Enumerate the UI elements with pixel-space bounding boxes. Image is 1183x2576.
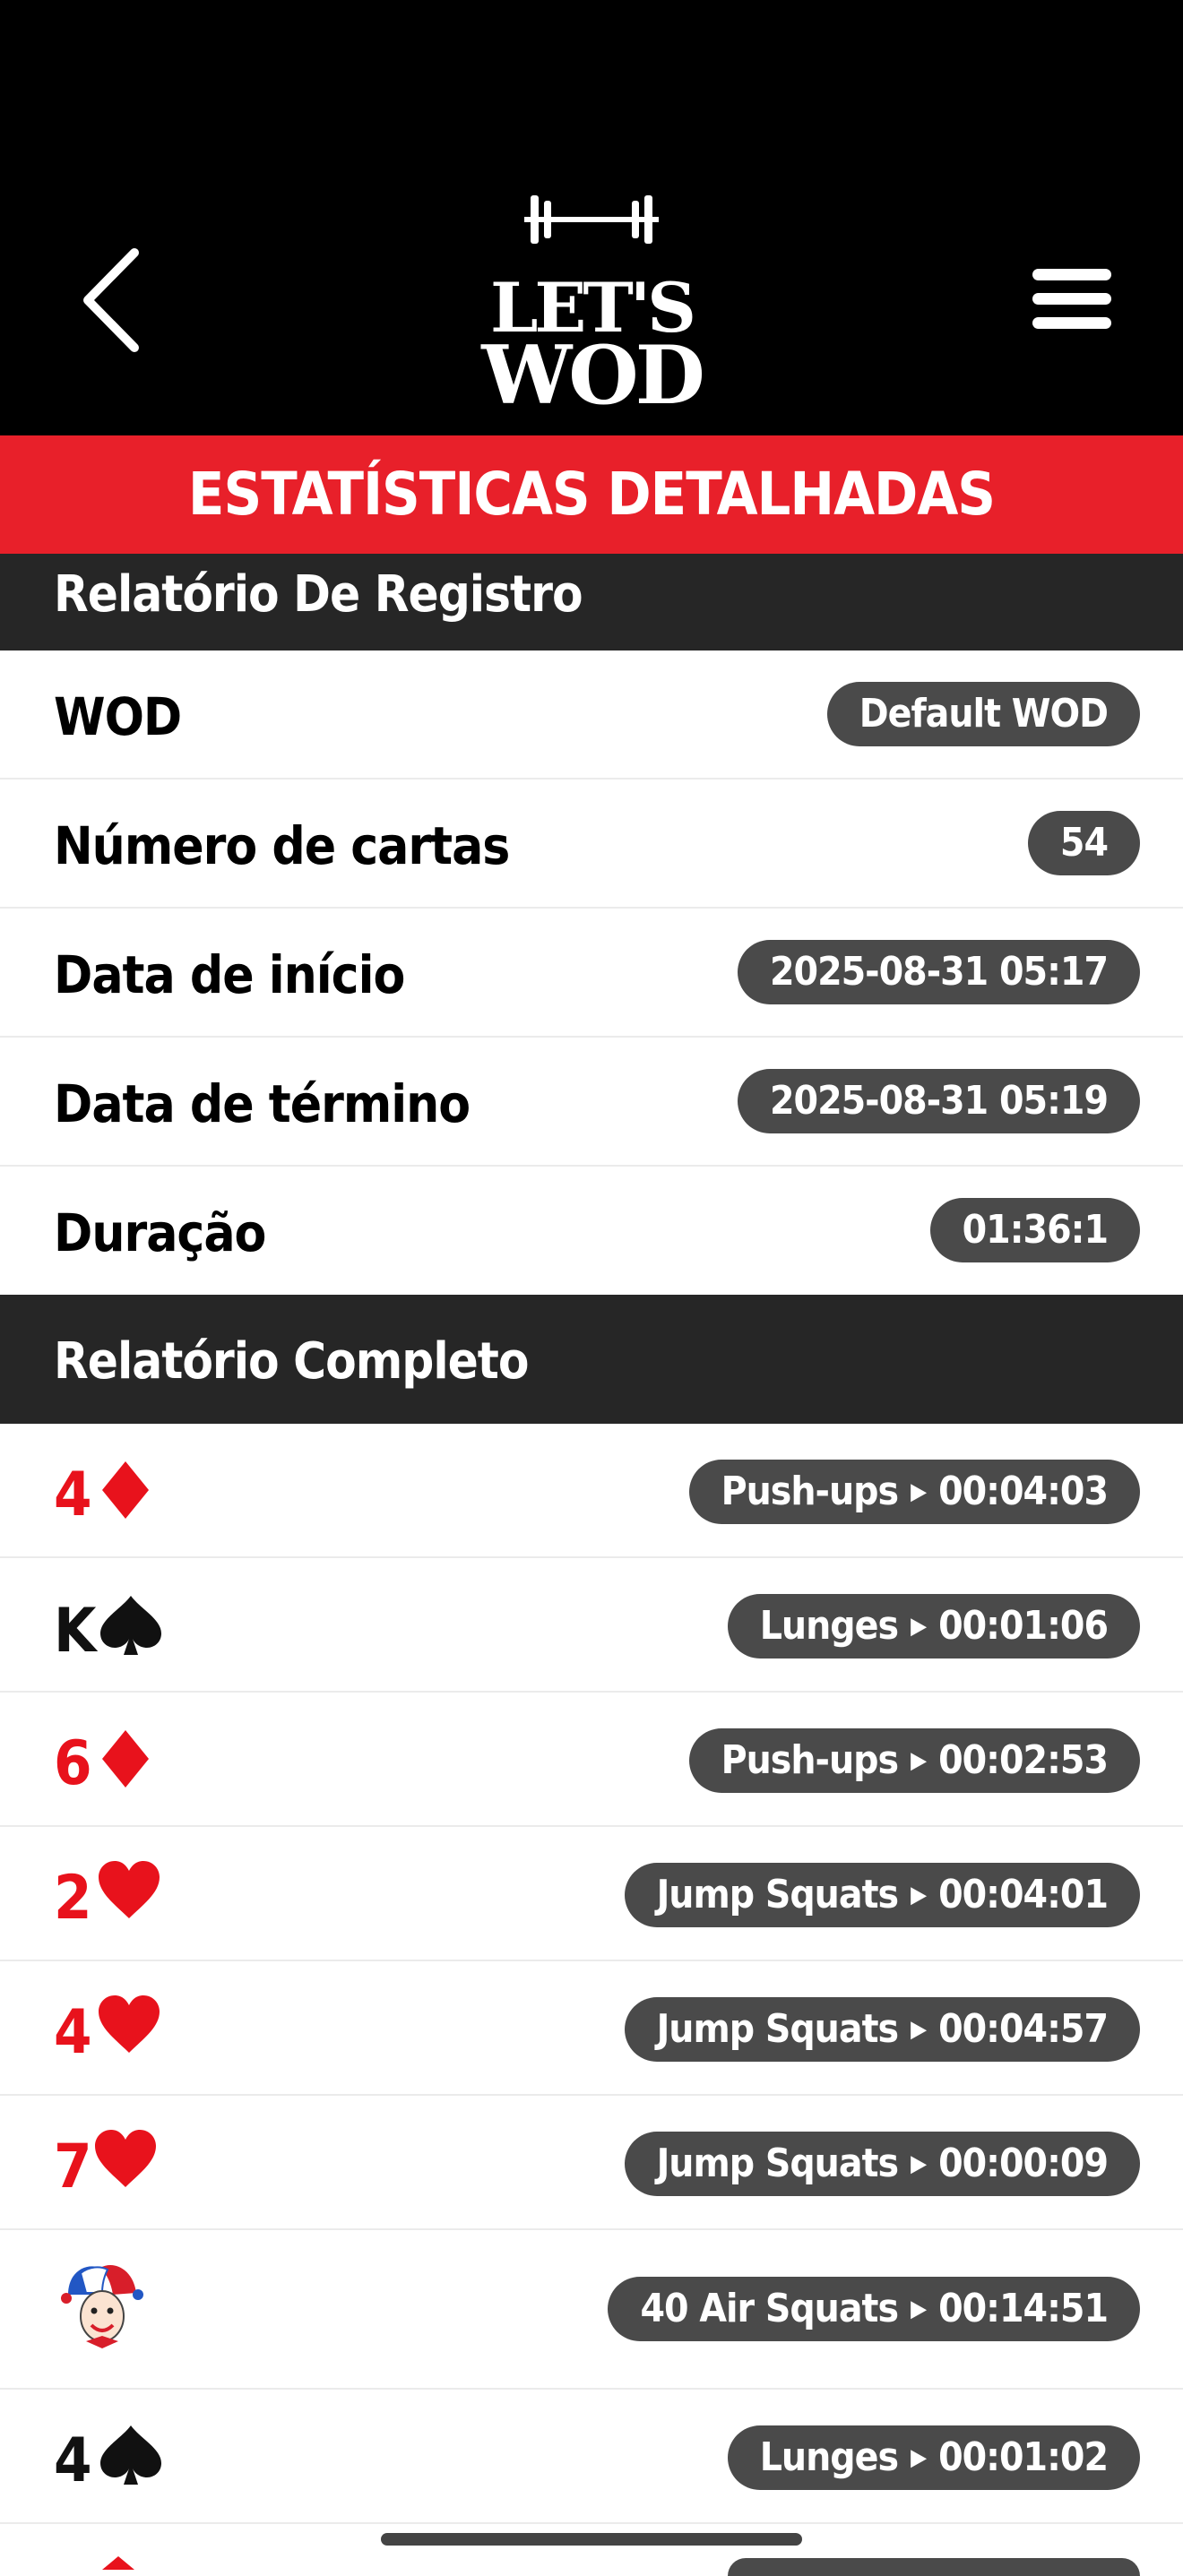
info-row-value: 54 [1027,811,1140,875]
chevron-left-icon [83,248,139,352]
card-exercise-pill: Jump Squats ▶ 00:04:01 [624,1863,1140,1927]
registro-heading: Relatório De Registro [54,565,583,624]
card-row: 6 Push-ups ▶ 00:02:53 [0,1693,1183,1827]
card-exercise-pill: 40 Air Squats ▶ 00:14:51 [608,2277,1140,2341]
info-row-cards: Número de cartas 54 [0,780,1183,909]
card-exercise-pill: Lunges ▶ 00:01:02 [727,2425,1140,2490]
card-rank: 4 [54,1460,92,1530]
play-arrow-icon: ▶ [911,1613,927,1640]
card-row: 7 Jump Squats ▶ 00:00:09 [0,2096,1183,2230]
card-exercise-pill: Push-ups ▶ 00:02:53 [688,1728,1140,1793]
info-row-label: Data de término [54,1073,471,1134]
info-row-start: Data de início 2025-08-31 05:17 [0,909,1183,1038]
card-row: 2 Jump Squats ▶ 00:04:01 [0,1827,1183,1961]
play-arrow-icon: ▶ [911,2016,927,2043]
info-row-value: Default WOD [826,682,1140,746]
card-exercise-pill: Jump Squats ▶ 00:00:09 [624,2132,1140,2196]
exercise-time: 00:00:09 [938,2141,1109,2186]
info-row-label: Data de início [54,944,405,1005]
play-arrow-icon: ▶ [911,1882,927,1908]
card-row: K Lunges ▶ 00:01:06 [0,1558,1183,1693]
diamond-suit-icon [102,2556,134,2570]
play-arrow-icon: ▶ [911,2150,927,2177]
exercise-name: Push-ups [721,1469,899,1514]
exercise-time: 00:01:06 [938,1603,1109,1649]
lets-wod-logo: LET'S WOD [475,188,708,416]
exercise-time: 00:01:02 [938,2434,1109,2480]
exercise-time: 00:14:51 [938,2286,1109,2331]
registro-section-header: Relatório De Registro [0,554,1183,650]
exercise-name: Jump Squats [656,2006,899,2052]
card-row: 40 Air Squats ▶ 00:14:51 [0,2230,1183,2390]
info-row-label: WOD [54,686,182,747]
card-exercise-pill: Jump Squats ▶ 00:04:57 [624,1997,1140,2062]
play-arrow-icon: ▶ [911,1747,927,1774]
exercise-time: 00:02:53 [938,1737,1109,1783]
info-row-value: 01:36:1 [929,1198,1140,1262]
play-arrow-icon: ▶ [911,1478,927,1505]
card-rank: K [54,1596,96,1667]
play-arrow-icon: ▶ [911,2444,927,2471]
spade-suit-icon [100,2425,161,2485]
diamond-suit-icon [102,1730,149,1788]
heart-suit-icon [99,1995,160,2053]
app-header: LET'S WOD [0,0,1183,435]
logo-line-2: WOD [481,328,705,423]
spade-suit-icon [100,1596,161,1655]
info-row-wod: WOD Default WOD [0,650,1183,780]
info-row-value: 2025-08-31 05:17 [738,940,1140,1004]
exercise-time: 00:04:03 [938,1469,1109,1514]
hamburger-menu-icon [1032,269,1111,329]
heart-suit-icon [95,2130,156,2187]
exercise-name: Push-ups [721,1737,899,1783]
info-row-end: Data de término 2025-08-31 05:19 [0,1038,1183,1167]
back-button[interactable] [72,242,152,358]
info-row-value: 2025-08-31 05:19 [738,1069,1140,1133]
home-indicator[interactable] [381,2533,802,2546]
card-exercise-pill: Lunges ▶ 00:01:06 [727,1594,1140,1658]
menu-button[interactable] [1029,265,1115,333]
heart-suit-icon [99,1861,160,1918]
card-row-partial [0,2524,1183,2576]
exercise-time: 00:04:01 [938,1872,1109,1917]
card-rank: 4 [54,1997,92,2068]
completo-section-header: Relatório Completo [0,1295,1183,1424]
card-rank: 7 [54,2132,92,2202]
info-row-label: Número de cartas [54,815,510,876]
card-row: 4 Jump Squats ▶ 00:04:57 [0,1961,1183,2096]
card-row: 4 Push-ups ▶ 00:04:03 [0,1424,1183,1558]
exercise-name: Lunges [759,1603,899,1649]
page-title: ESTATÍSTICAS DETALHADAS [0,435,1183,554]
card-row: 4 Lunges ▶ 00:01:02 [0,2390,1183,2524]
barbell-icon [524,195,659,244]
card-rank: 4 [54,2425,92,2496]
exercise-name: 40 Air Squats [640,2286,899,2331]
card-rank: 6 [54,1728,92,1799]
exercise-time: 00:04:57 [938,2006,1109,2052]
diamond-suit-icon [102,1461,149,1519]
card-exercise-pill: Push-ups ▶ 00:04:03 [688,1460,1140,1524]
info-row-label: Duração [54,1202,266,1263]
exercise-name: Lunges [759,2434,899,2480]
info-row-duration: Duração 01:36:1 [0,1167,1183,1295]
exercise-name: Jump Squats [656,2141,899,2186]
card-exercise-pill [728,2558,1140,2576]
completo-heading: Relatório Completo [54,1332,529,1391]
joker-icon [61,2265,143,2348]
card-rank: 2 [54,1863,92,1934]
exercise-name: Jump Squats [656,1872,899,1917]
play-arrow-icon: ▶ [911,2296,927,2322]
